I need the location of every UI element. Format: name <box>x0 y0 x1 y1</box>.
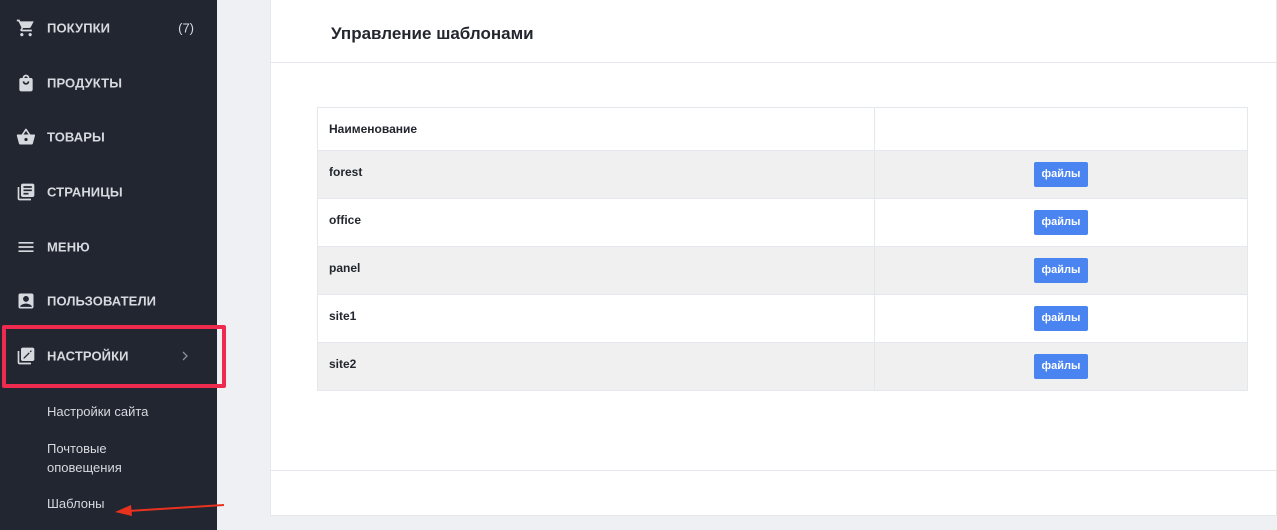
sidebar-item-purchases[interactable]: ПОКУПКИ (7) <box>0 1 217 55</box>
files-button[interactable]: файлы <box>1033 258 1089 283</box>
divider <box>271 62 1277 63</box>
divider <box>271 470 1277 471</box>
shopping-bag-icon <box>19 74 33 92</box>
template-name: office <box>317 198 875 247</box>
submenu-item-site-settings[interactable]: Настройки сайта <box>47 402 148 421</box>
template-name: site1 <box>317 294 875 343</box>
template-name: panel <box>317 246 875 295</box>
highlight-box <box>2 325 226 388</box>
submenu-item-email-notifications[interactable]: Почтовые оповещения <box>47 439 157 477</box>
sidebar-item-label: ПОКУПКИ <box>47 20 111 36</box>
pages-icon <box>17 183 35 201</box>
sidebar-item-label: МЕНЮ <box>47 239 90 255</box>
sidebar-item-label: ПРОДУКТЫ <box>47 75 123 91</box>
table-row: office файлы <box>317 198 1248 247</box>
sidebar-item-goods[interactable]: ТОВАРЫ <box>0 110 217 164</box>
table-row: site1 файлы <box>317 294 1248 343</box>
user-card-icon <box>18 293 34 309</box>
purchases-count: (7) <box>178 20 194 36</box>
sidebar-item-label: ТОВАРЫ <box>47 129 105 145</box>
table-row: panel файлы <box>317 246 1248 295</box>
submenu-item-templates[interactable]: Шаблоны <box>47 494 105 513</box>
sidebar-item-menu[interactable]: МЕНЮ <box>0 220 217 274</box>
sidebar-item-products[interactable]: ПРОДУКТЫ <box>0 56 217 110</box>
templates-card: Управление шаблонами Наименование forest… <box>270 0 1277 516</box>
annotation-arrow-icon <box>115 504 225 516</box>
sidebar-item-label: ПОЛЬЗОВАТЕЛИ <box>47 293 157 309</box>
files-button[interactable]: файлы <box>1033 162 1089 187</box>
table-row: forest файлы <box>317 150 1248 199</box>
table-header-row: Наименование <box>317 107 1248 151</box>
column-header-name: Наименование <box>317 107 875 151</box>
files-button[interactable]: файлы <box>1033 354 1089 379</box>
template-name: site2 <box>317 342 875 391</box>
sidebar-item-label: СТРАНИЦЫ <box>47 184 123 200</box>
basket-icon <box>16 128 35 145</box>
table-row: site2 файлы <box>317 342 1248 391</box>
files-button[interactable]: файлы <box>1033 306 1089 331</box>
templates-table: Наименование forest файлы office файлы p… <box>317 107 1248 391</box>
template-name: forest <box>317 150 875 199</box>
menu-icon <box>18 242 34 252</box>
cart-icon <box>16 19 34 37</box>
sidebar-item-pages[interactable]: СТРАНИЦЫ <box>0 165 217 219</box>
page-title: Управление шаблонами <box>331 24 534 43</box>
sidebar-item-users[interactable]: ПОЛЬЗОВАТЕЛИ <box>0 274 217 328</box>
files-button[interactable]: файлы <box>1033 210 1089 235</box>
sidebar: ПОКУПКИ (7) ПРОДУКТЫ ТОВАРЫ СТРАНИЦЫ МЕН… <box>0 0 226 530</box>
column-header-actions <box>874 107 1248 151</box>
